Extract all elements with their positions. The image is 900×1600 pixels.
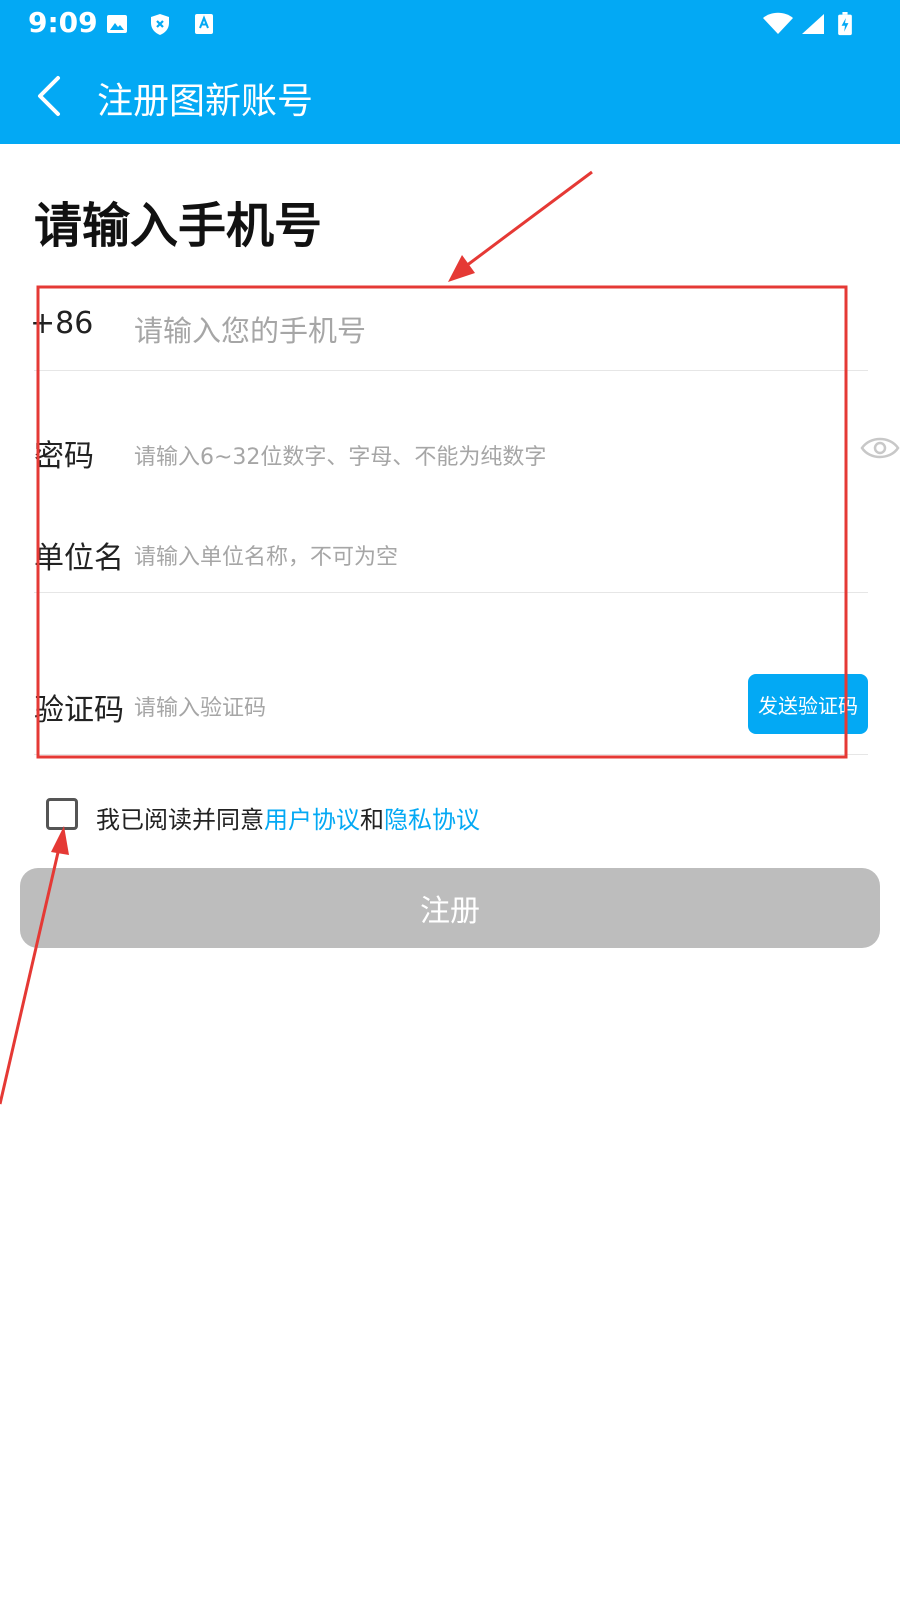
image-notification-icon	[107, 15, 127, 33]
title-bar: 注册图新账号	[0, 48, 900, 144]
annotation-arrow-top	[465, 170, 593, 268]
form-heading: 请输入手机号	[34, 198, 323, 254]
divider	[34, 370, 868, 371]
password-input[interactable]: 请输入6~32位数字、字母、不能为纯数字	[134, 439, 546, 471]
phone-input[interactable]: 请输入您的手机号	[134, 308, 366, 350]
annotation-arrowhead-left	[51, 826, 69, 855]
country-code-label[interactable]: +86	[30, 306, 93, 341]
status-time: 9:09	[28, 6, 98, 39]
eye-icon[interactable]	[860, 434, 900, 462]
status-bar: 9:09	[0, 0, 900, 48]
agreement-checkbox[interactable]	[46, 798, 78, 830]
cell-signal-icon	[802, 14, 824, 34]
annotation-box	[36, 285, 848, 759]
text-notification-icon	[195, 14, 213, 34]
send-code-button[interactable]: 发送验证码	[748, 674, 868, 734]
privacy-agreement-link[interactable]: 隐私协议	[384, 806, 480, 834]
password-label: 密码	[34, 439, 94, 474]
page-title: 注册图新账号	[97, 81, 314, 122]
agreement-prefix: 我已阅读并同意	[96, 806, 264, 834]
annotation-arrowhead-top	[448, 255, 475, 282]
app-bar: 9:09 注册图新账号	[0, 0, 900, 144]
code-label: 验证码	[34, 693, 124, 728]
company-input[interactable]: 请输入单位名称，不可为空	[134, 539, 398, 571]
divider	[34, 754, 868, 755]
wifi-icon	[763, 12, 793, 34]
agreement-and: 和	[360, 806, 384, 834]
back-arrow-icon[interactable]	[32, 74, 72, 118]
company-label: 单位名	[34, 541, 124, 576]
register-button[interactable]: 注册	[20, 868, 880, 948]
battery-charging-icon	[838, 12, 852, 36]
divider	[34, 592, 868, 593]
agreement-text: 我已阅读并同意用户协议和隐私协议	[96, 800, 480, 835]
shield-icon	[151, 14, 169, 35]
user-agreement-link[interactable]: 用户协议	[264, 806, 360, 834]
code-input[interactable]: 请输入验证码	[134, 690, 266, 722]
